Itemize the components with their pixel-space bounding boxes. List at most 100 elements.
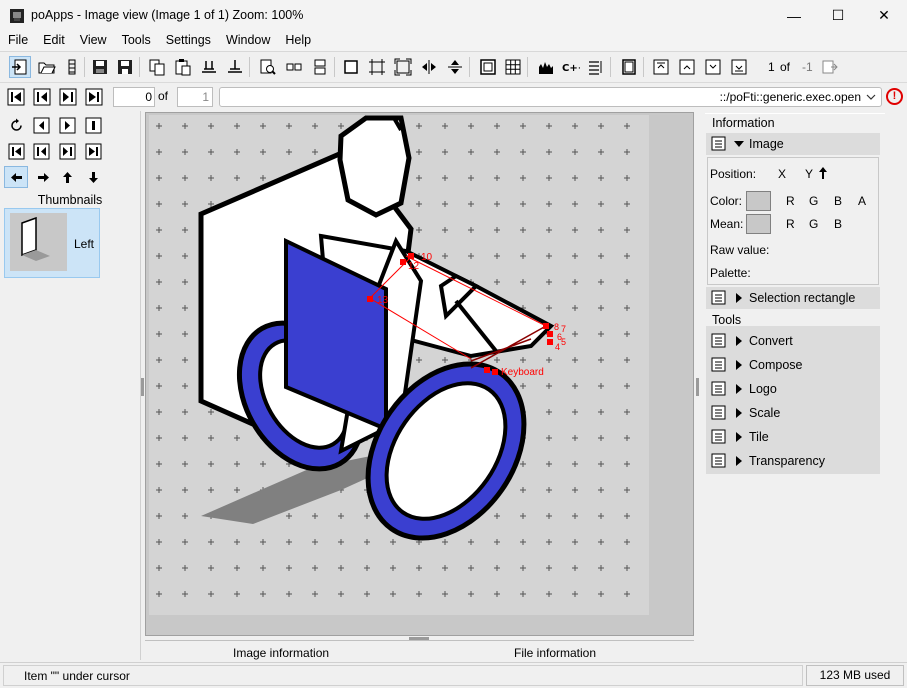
list-icon[interactable] bbox=[585, 56, 607, 78]
annotation-label: Keyboard bbox=[501, 367, 544, 378]
panel-icon bbox=[711, 290, 726, 305]
page-total: -1 bbox=[802, 60, 813, 74]
left-splitter-handle[interactable] bbox=[141, 378, 144, 396]
first-image-icon[interactable] bbox=[5, 86, 27, 108]
arrow-down-icon[interactable] bbox=[83, 167, 103, 187]
menu-view[interactable]: View bbox=[72, 31, 114, 51]
chevron-right-icon bbox=[736, 336, 742, 346]
menu-edit[interactable]: Edit bbox=[35, 31, 72, 51]
page-icon[interactable] bbox=[618, 56, 640, 78]
tab-file-information[interactable]: File information bbox=[514, 646, 596, 660]
cpp-icon[interactable]: C++ bbox=[560, 56, 582, 78]
tool-transparency[interactable]: Transparency bbox=[706, 450, 880, 472]
next-image-icon[interactable] bbox=[57, 86, 79, 108]
image-canvas[interactable]: 10 12 13 8 7 6 5 4 Keyboard bbox=[145, 112, 694, 636]
arrow-left-icon[interactable] bbox=[4, 166, 28, 188]
arrow-right-icon[interactable] bbox=[33, 167, 53, 187]
annotation-label: 13 bbox=[377, 295, 389, 306]
clear-icon[interactable] bbox=[224, 56, 246, 78]
annotation-label: 5 bbox=[561, 337, 566, 347]
memory-usage: 123 MB used bbox=[806, 665, 904, 686]
stacked-icon[interactable] bbox=[309, 56, 331, 78]
prev-frame-icon[interactable] bbox=[31, 115, 51, 135]
chevron-down-icon bbox=[734, 141, 744, 147]
step-back-icon[interactable] bbox=[31, 141, 51, 161]
first-page-icon[interactable] bbox=[650, 56, 672, 78]
save-icon[interactable] bbox=[114, 56, 136, 78]
panel-icon bbox=[711, 453, 726, 468]
tab-image-information[interactable]: Image information bbox=[233, 646, 329, 660]
side-by-side-icon[interactable] bbox=[283, 56, 305, 78]
selection-rectangle-label: Selection rectangle bbox=[749, 291, 856, 305]
menu-file[interactable]: File bbox=[0, 31, 35, 51]
open-folder-icon[interactable] bbox=[36, 56, 58, 78]
image-count-field: 1 bbox=[177, 87, 213, 107]
information-section-title: Information bbox=[712, 116, 775, 130]
window-title: poApps - Image view (Image 1 of 1) Zoom:… bbox=[31, 8, 304, 22]
tool-scale[interactable]: Scale bbox=[706, 402, 880, 424]
menu-settings[interactable]: Settings bbox=[158, 31, 218, 51]
chevron-down-icon[interactable] bbox=[866, 93, 876, 101]
prev-image-icon[interactable] bbox=[31, 86, 53, 108]
fit-icon[interactable] bbox=[392, 56, 414, 78]
tool-tile[interactable]: Tile bbox=[706, 426, 880, 448]
annotation-label: 4 bbox=[555, 342, 560, 352]
last-image-icon[interactable] bbox=[83, 86, 105, 108]
menu-tools[interactable]: Tools bbox=[114, 31, 158, 51]
flip-vertical-icon[interactable] bbox=[444, 56, 466, 78]
prev-page-icon[interactable] bbox=[676, 56, 698, 78]
image-index-field[interactable]: 0 bbox=[113, 87, 155, 107]
stop-icon[interactable] bbox=[83, 115, 103, 135]
import-icon[interactable] bbox=[9, 56, 31, 78]
thumbnail-item[interactable]: Left bbox=[4, 208, 100, 278]
save-all-icon[interactable] bbox=[89, 56, 111, 78]
flatten-icon[interactable] bbox=[198, 56, 220, 78]
frame-icon[interactable] bbox=[477, 56, 499, 78]
app-icon bbox=[10, 9, 24, 23]
crop-icon[interactable] bbox=[366, 56, 388, 78]
panel-icon bbox=[711, 429, 726, 444]
selection-rectangle-row[interactable]: Selection rectangle bbox=[706, 287, 880, 309]
histogram-icon[interactable] bbox=[535, 56, 557, 78]
document-zoom-icon[interactable] bbox=[257, 56, 279, 78]
main-toolbar: C++ 1 of -1 bbox=[0, 51, 907, 81]
color-swatch bbox=[746, 191, 771, 211]
maximize-button[interactable]: ☐ bbox=[815, 0, 861, 31]
image-render: 10 12 13 8 7 6 5 4 Keyboard bbox=[146, 113, 693, 635]
image-row-label: Image bbox=[749, 137, 784, 151]
play-icon[interactable] bbox=[57, 115, 77, 135]
command-combobox[interactable]: ::/poFti::generic.exec.open bbox=[219, 87, 882, 107]
arrow-up-icon[interactable] bbox=[57, 167, 77, 187]
flip-horizontal-icon[interactable] bbox=[418, 56, 440, 78]
color-b: B bbox=[834, 194, 843, 208]
mean-g: G bbox=[809, 217, 819, 231]
last-page-icon[interactable] bbox=[728, 56, 750, 78]
image-info-box: Position: X Y Color: R G B A Mean: R G B… bbox=[707, 157, 879, 285]
step-forward-icon[interactable] bbox=[57, 141, 77, 161]
paste-icon[interactable] bbox=[172, 56, 194, 78]
copy-icon[interactable] bbox=[146, 56, 168, 78]
svg-text:C++: C++ bbox=[562, 63, 580, 74]
right-splitter-handle[interactable] bbox=[696, 378, 699, 396]
menu-help[interactable]: Help bbox=[277, 31, 318, 51]
rotate-icon[interactable] bbox=[6, 115, 26, 135]
menu-window[interactable]: Window bbox=[218, 31, 277, 51]
film-strip-icon[interactable] bbox=[61, 56, 83, 78]
tool-logo[interactable]: Logo bbox=[706, 378, 880, 400]
grid-icon[interactable] bbox=[502, 56, 524, 78]
close-button[interactable]: ✕ bbox=[861, 0, 907, 31]
chevron-right-icon bbox=[736, 293, 742, 303]
page-of-label: of bbox=[780, 60, 791, 74]
image-row[interactable]: Image bbox=[706, 133, 880, 155]
error-icon[interactable]: ! bbox=[886, 88, 903, 105]
tool-convert[interactable]: Convert bbox=[706, 330, 880, 352]
go-page-icon[interactable] bbox=[819, 56, 841, 78]
next-page-icon[interactable] bbox=[702, 56, 724, 78]
x-label: X bbox=[778, 167, 787, 181]
minimize-button[interactable]: — bbox=[771, 0, 817, 31]
select-rect-icon[interactable] bbox=[340, 56, 362, 78]
last-frame-icon[interactable] bbox=[83, 141, 103, 161]
first-frame-icon[interactable] bbox=[6, 141, 26, 161]
tool-compose[interactable]: Compose bbox=[706, 354, 880, 376]
raw-value-label: Raw value: bbox=[710, 243, 770, 257]
